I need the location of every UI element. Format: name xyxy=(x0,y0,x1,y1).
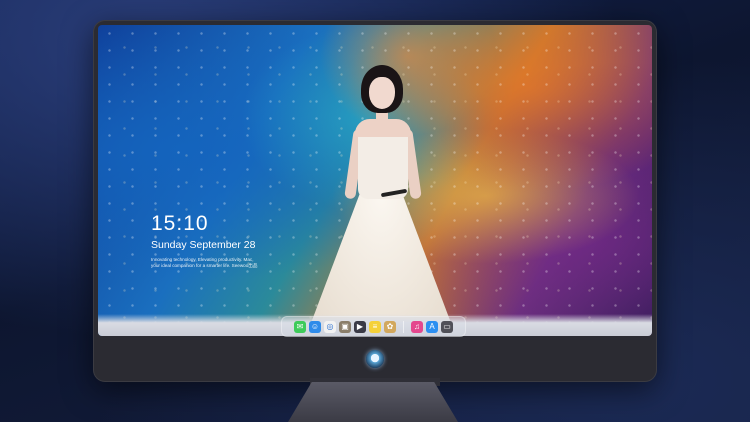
app-store-icon[interactable]: A xyxy=(426,320,438,333)
safari-icon[interactable]: ◎ xyxy=(324,320,336,333)
figure-dress-skirt xyxy=(311,193,451,323)
figure-dress-bodice xyxy=(358,129,408,199)
lockscreen-clock: 15:10 xyxy=(151,212,209,235)
dock: ✉ ☺ ◎ ▣ ▶ ≡ ✿ ♫ A ▭ xyxy=(281,316,466,337)
lockscreen-date: Sunday September 28 xyxy=(151,239,256,251)
music-icon[interactable]: ♫ xyxy=(411,320,423,333)
figure-shoulders xyxy=(355,119,411,137)
wallpaper-figure xyxy=(303,65,453,323)
messages-icon[interactable]: ✉ xyxy=(294,320,306,333)
brand-logo-icon xyxy=(366,350,384,368)
preview-icon[interactable]: ▣ xyxy=(339,320,351,333)
lock-screen[interactable] xyxy=(98,25,652,336)
monitor-stand xyxy=(288,382,458,422)
notes-icon[interactable]: ≡ xyxy=(369,320,381,333)
imovie-icon[interactable]: ▶ xyxy=(354,320,366,333)
lockscreen-tagline: Innovating technology, Elevating product… xyxy=(151,257,258,268)
figure-face xyxy=(369,77,395,109)
finder-icon[interactable]: ☺ xyxy=(309,320,321,333)
dock-separator xyxy=(403,320,404,333)
terminal-icon[interactable]: ▭ xyxy=(441,320,453,333)
photos-icon[interactable]: ✿ xyxy=(384,320,396,333)
